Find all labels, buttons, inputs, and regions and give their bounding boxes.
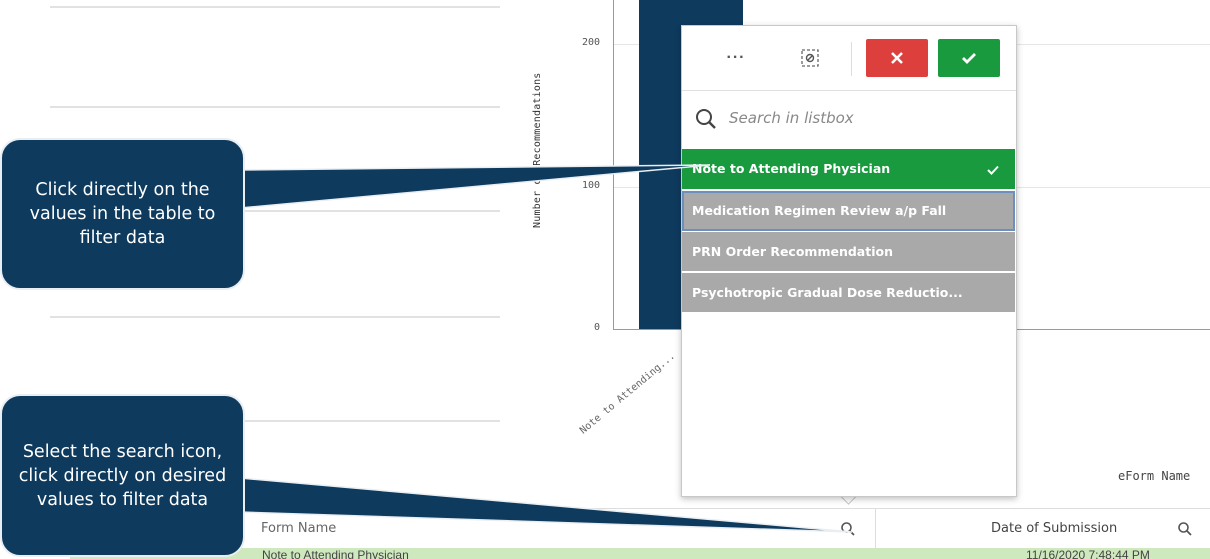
callout-text: Click directly on the values in the tabl…: [29, 180, 216, 248]
callout-search-icon: Select the search icon, click directly o…: [0, 394, 245, 557]
callout-text: Select the search icon, click directly o…: [18, 441, 227, 510]
callout-filter-values: Click directly on the values in the tabl…: [0, 138, 245, 290]
